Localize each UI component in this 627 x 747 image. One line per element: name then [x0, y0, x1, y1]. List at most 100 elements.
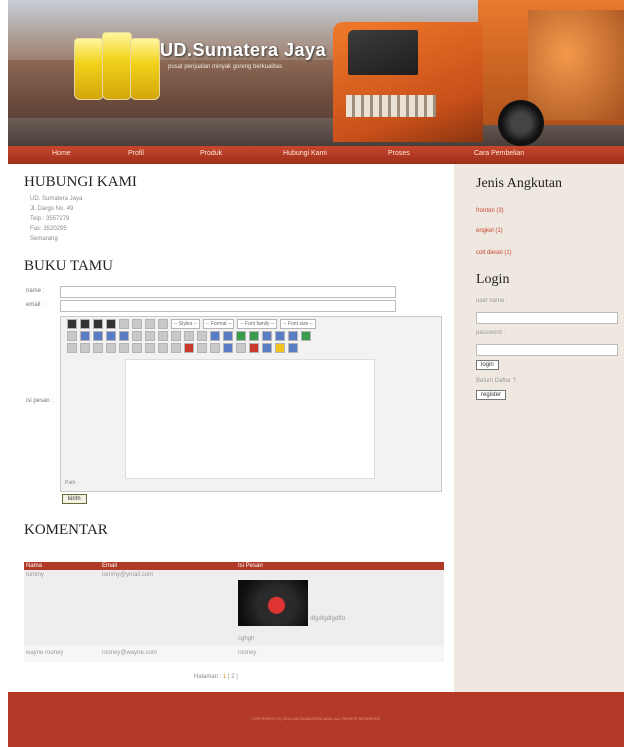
- password-input[interactable]: [476, 344, 618, 356]
- main-nav: Home Profil Produk Hubungi Kami Proses C…: [8, 146, 624, 164]
- align-left-icon[interactable]: [119, 319, 129, 329]
- register-button[interactable]: register: [476, 390, 507, 400]
- merge-cells-icon[interactable]: [171, 343, 181, 353]
- unlink-icon[interactable]: [223, 331, 233, 341]
- emoticon-icon[interactable]: [275, 343, 285, 353]
- indent-icon[interactable]: [171, 331, 181, 341]
- subscript-icon[interactable]: [236, 343, 246, 353]
- font-size-select[interactable]: -- Font size --: [280, 319, 316, 329]
- anchor-icon[interactable]: [236, 331, 246, 341]
- comment-name: tommy: [26, 572, 44, 578]
- nav-home[interactable]: Home: [52, 150, 71, 157]
- copy-icon[interactable]: [80, 331, 90, 341]
- email-label: email :: [26, 302, 44, 308]
- align-justify-icon[interactable]: [158, 319, 168, 329]
- editor-path-label: Path:: [65, 480, 77, 486]
- remove-format-icon[interactable]: [210, 343, 220, 353]
- media-icon[interactable]: [288, 343, 298, 353]
- comments-table-header: Nama Email Isi Pesan: [24, 562, 444, 570]
- bold-icon[interactable]: [67, 319, 77, 329]
- table-row: wayne rooney rooney@wayne.com rooney: [24, 646, 444, 662]
- strikethrough-icon[interactable]: [106, 319, 116, 329]
- site-brand-title: UD.Sumatera Jaya: [160, 40, 327, 60]
- numbered-list-icon[interactable]: [145, 331, 155, 341]
- paste-icon[interactable]: [93, 331, 103, 341]
- register-prompt: Belum Daftar ?: [476, 378, 517, 384]
- insert-col-icon[interactable]: [132, 343, 142, 353]
- cleanup-icon[interactable]: [262, 331, 272, 341]
- replace-icon[interactable]: [119, 331, 129, 341]
- comments-title: KOMENTAR: [24, 522, 108, 538]
- nav-cara-pembelian[interactable]: Cara Pembelian: [474, 150, 524, 157]
- comment-photo: [238, 580, 308, 626]
- nav-produk[interactable]: Produk: [200, 150, 222, 157]
- sidebar-item-fronton[interactable]: fronton (3): [476, 208, 504, 214]
- sidebar: Jenis Angkutan fronton (3) engkel (1) co…: [454, 164, 624, 692]
- split-cells-icon[interactable]: [158, 343, 168, 353]
- username-input[interactable]: [476, 312, 618, 324]
- bullet-list-icon[interactable]: [132, 331, 142, 341]
- login-button[interactable]: login: [476, 360, 499, 370]
- undo-icon[interactable]: [184, 331, 194, 341]
- email-field[interactable]: [60, 300, 396, 312]
- link-icon[interactable]: [210, 331, 220, 341]
- message-editor-area[interactable]: [125, 359, 375, 479]
- header-banner: UD.Sumatera Jaya pusat penjualan minyak …: [8, 0, 624, 146]
- row-props-icon[interactable]: [80, 343, 90, 353]
- nav-hubungi-kami[interactable]: Hubungi Kami: [283, 150, 327, 157]
- superscript-icon[interactable]: [249, 343, 259, 353]
- name-field[interactable]: [60, 286, 396, 298]
- site-tagline: pusat penjualan minyak goreng berkualita…: [168, 64, 283, 70]
- delete-col-icon[interactable]: [145, 343, 155, 353]
- oil-bottle-image: [102, 32, 132, 100]
- horizontal-rule-icon[interactable]: [197, 343, 207, 353]
- login-title: Login: [476, 272, 510, 287]
- visual-aid-icon[interactable]: [223, 343, 233, 353]
- pagination-current[interactable]: 1: [223, 674, 226, 680]
- background-color-icon[interactable]: [301, 331, 311, 341]
- nav-profil[interactable]: Profil: [128, 150, 144, 157]
- contact-line: UD. Sumatera Jaya: [30, 196, 83, 202]
- cell-props-icon[interactable]: [93, 343, 103, 353]
- pagination-other[interactable]: | 2 |: [228, 674, 238, 680]
- password-label: password :: [476, 330, 506, 336]
- outdent-icon[interactable]: [158, 331, 168, 341]
- guestbook-title: BUKU TAMU: [24, 258, 113, 274]
- nav-proses[interactable]: Proses: [388, 150, 410, 157]
- sidebar-item-colt-diesel[interactable]: colt diesel (1): [476, 250, 512, 256]
- name-label: name :: [26, 288, 45, 294]
- header-isi-pesan: Isi Pesan: [238, 563, 263, 569]
- redo-icon[interactable]: [197, 331, 207, 341]
- pagination: Halaman : 1 | 2 |: [194, 674, 238, 680]
- text-color-icon[interactable]: [288, 331, 298, 341]
- table-row: tommy tommy@ymail.com dfgdfgdfgdffd cghg…: [24, 570, 444, 646]
- comment-message: cghgh: [238, 636, 255, 642]
- youtube-icon[interactable]: [184, 343, 194, 353]
- sidebar-item-engkel[interactable]: engkel (1): [476, 228, 503, 234]
- delete-row-icon[interactable]: [119, 343, 129, 353]
- find-icon[interactable]: [106, 331, 116, 341]
- table-icon[interactable]: [67, 343, 77, 353]
- header-email: Email: [102, 563, 118, 569]
- align-right-icon[interactable]: [145, 319, 155, 329]
- truck-grill-image: [346, 95, 436, 117]
- format-select[interactable]: -- Format --: [203, 319, 235, 329]
- underline-icon[interactable]: [93, 319, 103, 329]
- font-family-select[interactable]: -- Font family --: [237, 319, 278, 329]
- truck-wheel-image: [498, 100, 544, 146]
- footer: COPYRIGHT (C) 2013 UD.SUMATERA JAYA. ALL…: [8, 692, 624, 747]
- kirim-button[interactable]: kirim: [62, 494, 87, 504]
- footer-copyright: COPYRIGHT (C) 2013 UD.SUMATERA JAYA. ALL…: [251, 716, 381, 721]
- align-center-icon[interactable]: [132, 319, 142, 329]
- code-icon[interactable]: [275, 331, 285, 341]
- image-icon[interactable]: [249, 331, 259, 341]
- special-char-icon[interactable]: [262, 343, 272, 353]
- italic-icon[interactable]: [80, 319, 90, 329]
- cut-icon[interactable]: [67, 331, 77, 341]
- insert-row-icon[interactable]: [106, 343, 116, 353]
- contact-line: Telp : 3557279: [30, 216, 70, 222]
- editor-toolbar-row: -- Styles -- -- Format -- -- Font family…: [67, 319, 316, 329]
- comment-name: wayne rooney: [26, 650, 64, 656]
- oil-bottles-logo: [74, 24, 162, 100]
- styles-select[interactable]: -- Styles --: [171, 319, 201, 329]
